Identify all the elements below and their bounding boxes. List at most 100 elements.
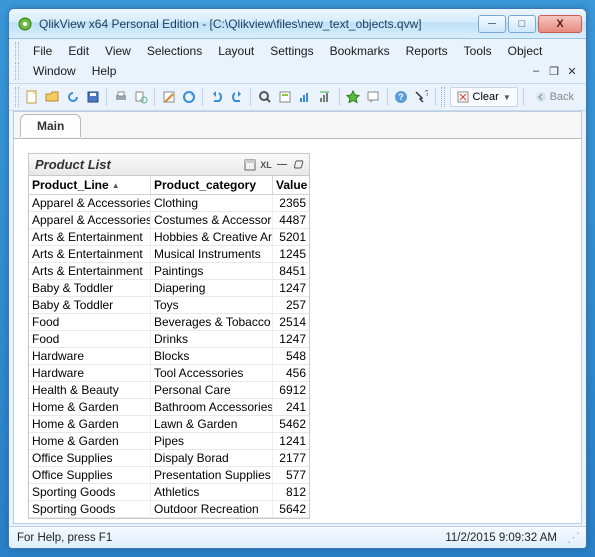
cell-product-line[interactable]: Arts & Entertainment xyxy=(29,229,151,245)
menu-layout[interactable]: Layout xyxy=(210,41,262,61)
cell-value[interactable]: 5462 xyxy=(273,416,309,432)
table-row[interactable]: Health & BeautyPersonal Care6912 xyxy=(29,382,309,399)
cell-value[interactable]: 5642 xyxy=(273,501,309,517)
menu-settings[interactable]: Settings xyxy=(262,41,321,61)
cell-product-line[interactable]: Home & Garden xyxy=(29,416,151,432)
cell-product-category[interactable]: Personal Care xyxy=(151,382,273,398)
menu-edit[interactable]: Edit xyxy=(60,41,97,61)
cell-product-line[interactable]: Apparel & Accessories xyxy=(29,212,151,228)
cell-product-line[interactable]: Health & Beauty xyxy=(29,382,151,398)
cell-product-category[interactable]: Dispaly Borad xyxy=(151,450,273,466)
col-header-product-line[interactable]: Product_Line▲ xyxy=(29,176,151,194)
cell-product-line[interactable]: Food xyxy=(29,331,151,347)
current-selections-icon[interactable] xyxy=(276,87,293,107)
cell-value[interactable]: 456 xyxy=(273,365,309,381)
menu-object[interactable]: Object xyxy=(500,41,551,61)
col-header-product-category[interactable]: Product_category xyxy=(151,176,273,194)
cell-product-line[interactable]: Sporting Goods xyxy=(29,501,151,517)
table-row[interactable]: Apparel & AccessoriesClothing2365 xyxy=(29,195,309,212)
table-icon[interactable] xyxy=(317,87,334,107)
resize-grip-icon[interactable]: ⋰ xyxy=(567,530,578,546)
cell-value[interactable]: 2177 xyxy=(273,450,309,466)
cell-product-category[interactable]: Clothing xyxy=(151,195,273,211)
cell-product-category[interactable]: Blocks xyxy=(151,348,273,364)
table-row[interactable]: HardwareBlocks548 xyxy=(29,348,309,365)
cell-value[interactable]: 257 xyxy=(273,297,309,313)
back-button[interactable]: Back xyxy=(529,87,580,107)
minimize-button[interactable]: ─ xyxy=(478,15,506,33)
cell-product-line[interactable]: Apparel & Accessories xyxy=(29,195,151,211)
table-row[interactable]: Arts & EntertainmentMusical Instruments1… xyxy=(29,246,309,263)
table-row[interactable]: Office SuppliesPresentation Supplies577 xyxy=(29,467,309,484)
cell-product-category[interactable]: Drinks xyxy=(151,331,273,347)
menu-tools[interactable]: Tools xyxy=(456,41,500,61)
print-icon[interactable] xyxy=(112,87,129,107)
cell-product-category[interactable]: Paintings xyxy=(151,263,273,279)
tab-main[interactable]: Main xyxy=(20,114,81,137)
mdi-minimize-icon[interactable]: – xyxy=(528,64,544,78)
menubar-grip[interactable] xyxy=(15,42,19,60)
search-icon[interactable] xyxy=(256,87,273,107)
undo-icon[interactable] xyxy=(208,87,225,107)
print-preview-icon[interactable] xyxy=(132,87,149,107)
cell-product-category[interactable]: Beverages & Tobacco xyxy=(151,314,273,330)
product-list-object[interactable]: Product List XL — ▢ Product_Line▲ Produc… xyxy=(28,153,310,519)
cell-product-category[interactable]: Toys xyxy=(151,297,273,313)
cell-product-category[interactable]: Costumes & Accessories xyxy=(151,212,273,228)
cell-product-line[interactable]: Office Supplies xyxy=(29,467,151,483)
table-row[interactable]: Apparel & AccessoriesCostumes & Accessor… xyxy=(29,212,309,229)
table-row[interactable]: Arts & EntertainmentPaintings8451 xyxy=(29,263,309,280)
object-caption[interactable]: Product List XL — ▢ xyxy=(29,154,309,176)
cell-product-line[interactable]: Arts & Entertainment xyxy=(29,246,151,262)
cell-product-line[interactable]: Baby & Toddler xyxy=(29,297,151,313)
cell-value[interactable]: 812 xyxy=(273,484,309,500)
refresh-icon[interactable] xyxy=(64,87,81,107)
cell-product-category[interactable]: Musical Instruments xyxy=(151,246,273,262)
cell-product-category[interactable]: Presentation Supplies xyxy=(151,467,273,483)
close-button[interactable]: X xyxy=(538,15,582,33)
cell-product-line[interactable]: Sporting Goods xyxy=(29,484,151,500)
cell-product-category[interactable]: Athletics xyxy=(151,484,273,500)
minimize-object-icon[interactable]: — xyxy=(275,158,289,172)
send-to-excel-icon[interactable] xyxy=(243,158,257,172)
menu-view[interactable]: View xyxy=(97,41,139,61)
cell-value[interactable]: 1247 xyxy=(273,331,309,347)
reload-icon[interactable] xyxy=(180,87,197,107)
table-row[interactable]: Baby & ToddlerDiapering1247 xyxy=(29,280,309,297)
cell-value[interactable]: 548 xyxy=(273,348,309,364)
table-row[interactable]: Office SuppliesDispaly Borad2177 xyxy=(29,450,309,467)
col-header-value[interactable]: Value xyxy=(273,176,309,194)
edit-script-icon[interactable] xyxy=(160,87,177,107)
cell-product-line[interactable]: Home & Garden xyxy=(29,433,151,449)
cell-value[interactable]: 241 xyxy=(273,399,309,415)
cell-product-line[interactable]: Food xyxy=(29,314,151,330)
chart-wizard-icon[interactable] xyxy=(297,87,314,107)
cell-value[interactable]: 577 xyxy=(273,467,309,483)
new-file-icon[interactable] xyxy=(24,87,41,107)
open-file-icon[interactable] xyxy=(44,87,61,107)
cell-product-line[interactable]: Arts & Entertainment xyxy=(29,263,151,279)
cell-value[interactable]: 6912 xyxy=(273,382,309,398)
cell-value[interactable]: 8451 xyxy=(273,263,309,279)
cell-product-category[interactable]: Lawn & Garden xyxy=(151,416,273,432)
notes-icon[interactable] xyxy=(365,87,382,107)
table-row[interactable]: Sporting GoodsAthletics812 xyxy=(29,484,309,501)
table-row[interactable]: Home & GardenBathroom Accessories241 xyxy=(29,399,309,416)
cell-value[interactable]: 1245 xyxy=(273,246,309,262)
sheet[interactable]: Product List XL — ▢ Product_Line▲ Produc… xyxy=(14,138,581,523)
whats-this-icon[interactable]: ? xyxy=(413,87,430,107)
save-icon[interactable] xyxy=(84,87,101,107)
table-row[interactable]: Arts & EntertainmentHobbies & Creative A… xyxy=(29,229,309,246)
menu-window[interactable]: Window xyxy=(25,61,84,81)
cell-product-category[interactable]: Pipes xyxy=(151,433,273,449)
cell-value[interactable]: 5201 xyxy=(273,229,309,245)
cell-product-category[interactable]: Diapering xyxy=(151,280,273,296)
table-row[interactable]: FoodDrinks1247 xyxy=(29,331,309,348)
menubar-grip-2[interactable] xyxy=(15,62,19,80)
table-row[interactable]: HardwareTool Accessories456 xyxy=(29,365,309,382)
cell-value[interactable]: 2365 xyxy=(273,195,309,211)
cell-product-line[interactable]: Hardware xyxy=(29,365,151,381)
menu-file[interactable]: File xyxy=(25,41,60,61)
help-icon[interactable]: ? xyxy=(393,87,410,107)
cell-product-category[interactable]: Hobbies & Creative Arts xyxy=(151,229,273,245)
